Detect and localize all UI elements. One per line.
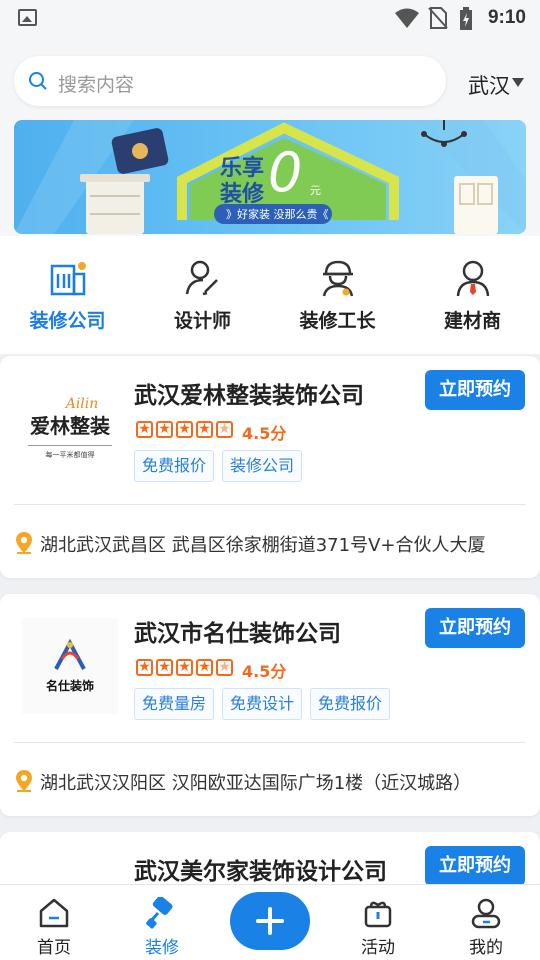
company-card[interactable]: Ailin 爱林整装 每一平米都值得 武汉爱林整装装饰公司 立即预约 4.5分 … <box>0 356 540 578</box>
designer-icon <box>185 260 218 296</box>
category-supplier[interactable]: 建材商 <box>405 236 540 354</box>
logo-subtitle: 每一平米都值得 <box>45 451 95 459</box>
service-tag: 免费报价 <box>134 450 215 482</box>
tab-label: 我的 <box>469 938 503 958</box>
tab-label: 活动 <box>361 938 395 958</box>
rating-stars <box>136 658 233 677</box>
star-icon <box>196 658 213 676</box>
service-tag: 免费量房 <box>134 688 215 720</box>
star-icon <box>176 658 193 676</box>
tab-activity[interactable]: 活动 <box>324 885 432 960</box>
tab-label: 装修 <box>145 938 179 958</box>
no-sim-icon <box>428 7 448 29</box>
city-selector[interactable]: 武汉 <box>468 70 524 100</box>
search-icon <box>29 72 47 90</box>
building-icon <box>50 262 86 296</box>
logo-text: 名仕装饰 <box>45 678 94 693</box>
star-icon <box>156 658 173 676</box>
banner-price: 0 <box>268 141 303 204</box>
supplier-icon <box>456 260 490 297</box>
company-name[interactable]: 武汉美尔家装饰设计公司 <box>134 852 387 886</box>
banner-price-unit: 元 <box>310 184 321 197</box>
company-card[interactable]: 名仕装饰 武汉市名仕装饰公司 立即预约 4.5分 免费量房 免费设计 免费报价 … <box>0 594 540 816</box>
tab-profile[interactable]: 我的 <box>432 885 540 960</box>
address-text: 湖北武汉汉阳区 汉阳欧亚达国际广场1楼（近汉城路） <box>40 773 472 794</box>
company-name[interactable]: 武汉爱林整装装饰公司 <box>134 376 364 410</box>
company-logo: Ailin 爱林整装 每一平米都值得 <box>22 380 118 476</box>
wifi-icon <box>395 8 419 28</box>
logo-mark <box>54 638 86 670</box>
service-tags: 免费量房 免费设计 免费报价 <box>134 688 391 720</box>
category-decoration-company[interactable]: 装修公司 <box>0 236 135 354</box>
dropdown-arrow-icon <box>512 78 524 87</box>
star-icon <box>196 420 213 438</box>
location-pin-icon <box>16 532 32 554</box>
service-tag: 免费设计 <box>222 688 303 720</box>
banner-headline-2: 装修 <box>220 182 265 207</box>
paint-roller-icon <box>146 897 173 929</box>
category-designer[interactable]: 设计师 <box>135 236 270 354</box>
banner-slogan: 》好家装 没那么贵《 <box>226 208 329 221</box>
address-text: 湖北武汉武昌区 武昌区徐家棚街道371号V+合伙人大厦 <box>40 535 486 556</box>
category-label: 建材商 <box>443 310 501 332</box>
location-pin-icon <box>16 770 32 792</box>
tab-label: 首页 <box>37 938 71 958</box>
battery-icon <box>460 7 472 30</box>
tab-decoration[interactable]: 装修 <box>108 885 216 960</box>
gift-icon <box>364 901 392 928</box>
divider <box>14 742 526 743</box>
divider <box>14 504 526 505</box>
company-address: 湖北武汉汉阳区 汉阳欧亚达国际广场1楼（近汉城路） <box>14 769 526 795</box>
promo-banner[interactable]: 乐享 装修 0 元 》好家装 没那么贵《 <box>14 120 526 234</box>
half-star-icon <box>216 420 233 438</box>
company-address: 湖北武汉武昌区 武昌区徐家棚街道371号V+合伙人大厦 <box>14 531 526 557</box>
book-now-button[interactable]: 立即预约 <box>425 608 525 648</box>
city-label: 武汉 <box>468 74 510 98</box>
rating-stars <box>136 420 233 439</box>
half-star-icon <box>216 658 233 676</box>
company-name[interactable]: 武汉市名仕装饰公司 <box>134 614 341 648</box>
home-icon <box>39 898 69 928</box>
company-logo: 名仕装饰 <box>22 618 118 714</box>
star-icon <box>156 420 173 438</box>
logo-text: 爱林整装 <box>30 414 110 438</box>
foreman-icon <box>322 260 354 297</box>
publish-plus-button[interactable] <box>230 892 310 950</box>
tab-home[interactable]: 首页 <box>0 885 108 960</box>
service-tag: 装修公司 <box>222 450 303 482</box>
service-tags: 免费报价 装修公司 <box>134 450 303 482</box>
search-bar[interactable]: 搜索内容 <box>14 56 446 106</box>
header: 搜索内容 武汉 乐享 装修 0 元 》好家装 没那么贵《 <box>0 36 540 236</box>
category-label: 设计师 <box>173 310 231 332</box>
star-icon <box>136 420 153 438</box>
category-label: 装修工长 <box>299 310 376 332</box>
book-now-button[interactable]: 立即预约 <box>425 846 525 886</box>
rating-score: 4.5分 <box>242 662 287 681</box>
category-nav: 装修公司 设计师 装修工长 建材商 <box>0 236 540 354</box>
rating-score: 4.5分 <box>242 424 287 443</box>
image-notification-icon <box>18 9 37 26</box>
status-bar: 9:10 <box>0 0 540 36</box>
star-icon <box>176 420 193 438</box>
category-foreman[interactable]: 装修工长 <box>270 236 405 354</box>
company-card[interactable]: 武汉美尔家装饰设计公司 立即预约 <box>0 832 540 892</box>
clock: 9:10 <box>487 7 526 28</box>
star-icon <box>136 658 153 676</box>
search-input[interactable]: 搜索内容 <box>58 70 134 97</box>
profile-icon <box>471 898 501 929</box>
category-label: 装修公司 <box>29 310 106 332</box>
book-now-button[interactable]: 立即预约 <box>425 370 525 410</box>
service-tag: 免费报价 <box>310 688 391 720</box>
